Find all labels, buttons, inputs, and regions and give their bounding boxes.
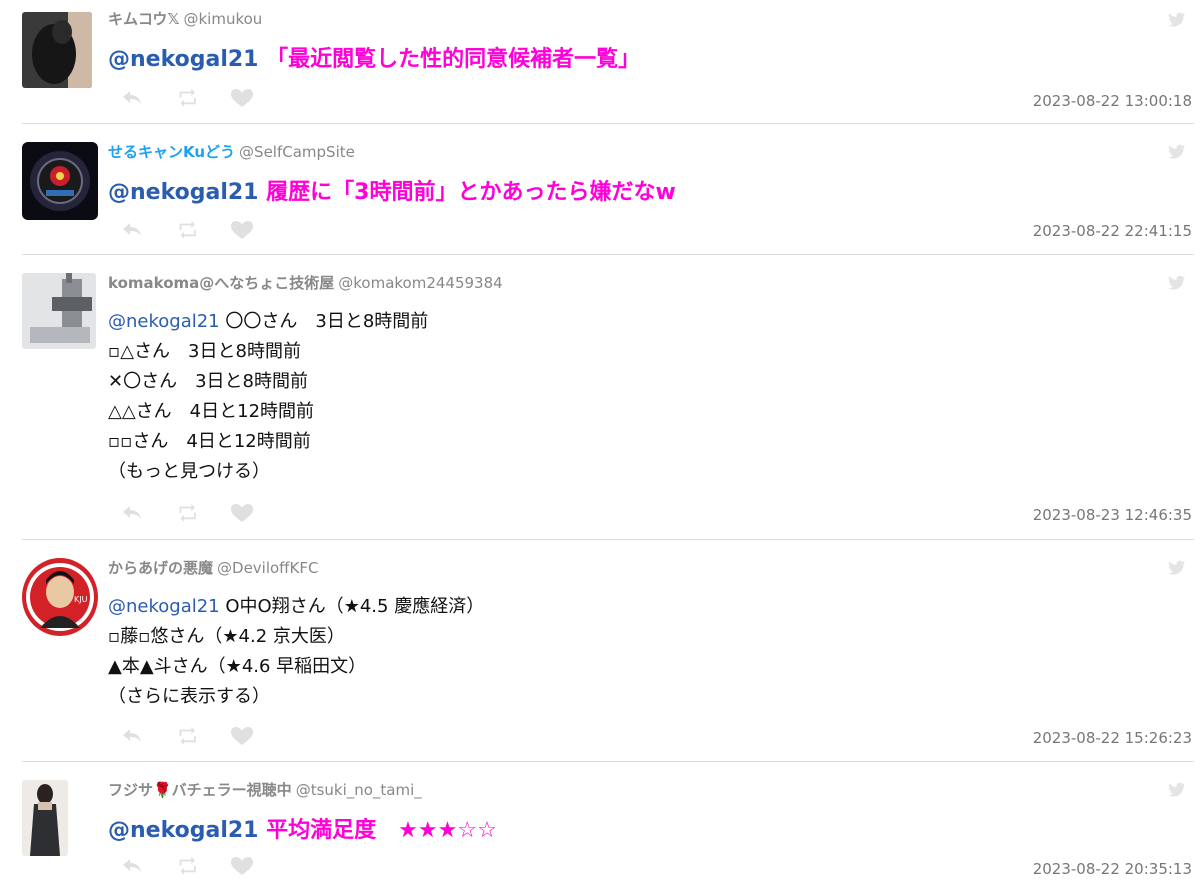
tweet-line: @nekogal21 〇〇さん 3日と8時間前 — [108, 307, 428, 337]
tweet-line: @nekogal21 O中O翔さん（★4.5 慶應経済） — [108, 592, 484, 622]
tweet-content: 履歴に「3時間前」とかあったら嫌だなw — [266, 180, 676, 205]
tweet-header: せるキャンKuどう @SelfCampSite — [108, 141, 355, 162]
mention-link[interactable]: @nekogal21 — [108, 311, 220, 332]
avatar[interactable] — [22, 780, 68, 856]
user-handle[interactable]: @SelfCampSite — [239, 143, 355, 161]
twitter-bird-icon — [1168, 12, 1186, 28]
tweet: せるキャンKuどう @SelfCampSite @nekogal21 履歴に「3時… — [0, 124, 1200, 254]
twitter-bird-icon — [1168, 275, 1186, 291]
timestamp[interactable]: 2023-08-22 15:26:23 — [1033, 729, 1192, 747]
twitter-bird-icon — [1168, 782, 1186, 798]
tweet-line: ▫藤▫悠さん（★4.2 京大医） — [108, 626, 345, 647]
like-icon[interactable] — [230, 220, 254, 240]
tweet-header: komakoma@へなちょこ技術屋 @komakom24459384 — [108, 272, 503, 293]
display-name[interactable]: フジサ🌹バチェラー視聴中 — [108, 781, 292, 799]
tweet-line: ▫▫さん 4日と12時間前 — [108, 431, 311, 452]
like-icon[interactable] — [230, 88, 254, 108]
retweet-icon[interactable] — [176, 726, 200, 746]
reply-icon[interactable] — [120, 726, 144, 746]
tweet-line-text: 〇〇さん 3日と8時間前 — [225, 311, 429, 332]
tweet-actions — [120, 856, 260, 876]
retweet-icon[interactable] — [176, 503, 200, 523]
timestamp[interactable]: 2023-08-22 13:00:18 — [1033, 92, 1192, 110]
timestamp[interactable]: 2023-08-22 20:35:13 — [1033, 860, 1192, 878]
tweet-header: キムコウ𝕏 @kimukou — [108, 8, 262, 29]
like-icon[interactable] — [230, 856, 254, 876]
avatar[interactable]: KJU — [22, 558, 98, 636]
tweet-header: フジサ🌹バチェラー視聴中 @tsuki_no_tami_ — [108, 779, 422, 800]
tweet-line: ✕〇さん 3日と8時間前 — [108, 371, 308, 392]
retweet-icon[interactable] — [176, 220, 200, 240]
tweet-text: @nekogal21 O中O翔さん（★4.5 慶應経済） ▫藤▫悠さん（★4.2… — [108, 592, 484, 712]
mention-link[interactable]: @nekogal21 — [108, 818, 259, 843]
tweet-text: @nekogal21 平均満足度 ★★★☆☆ — [108, 814, 497, 848]
tweet-line: ▫△さん 3日と8時間前 — [108, 341, 301, 362]
tweet-line: （もっと見つける） — [108, 461, 270, 482]
tweet-text: @nekogal21 履歴に「3時間前」とかあったら嫌だなw — [108, 176, 676, 210]
user-handle[interactable]: @kimukou — [184, 10, 263, 28]
tweet-line-text: O中O翔さん（★4.5 慶應経済） — [225, 596, 485, 617]
mention-link[interactable]: @nekogal21 — [108, 180, 259, 205]
display-name[interactable]: せるキャンKuどう — [108, 143, 235, 161]
tweet-actions — [120, 220, 260, 240]
like-icon[interactable] — [230, 726, 254, 746]
display-name[interactable]: komakoma@へなちょこ技術屋 — [108, 274, 334, 292]
timestamp[interactable]: 2023-08-22 22:41:15 — [1033, 222, 1192, 240]
tweet-line: （さらに表示する） — [108, 686, 270, 707]
mention-link[interactable]: @nekogal21 — [108, 47, 259, 72]
tweet: KJU からあげの悪魔 @DeviloffKFC @nekogal21 O中O翔さ… — [0, 540, 1200, 760]
tweet-line: ▲本▲斗さん（★4.6 早稲田文） — [108, 656, 367, 677]
tweet-actions — [120, 503, 260, 523]
user-handle[interactable]: @komakom24459384 — [338, 274, 502, 292]
twitter-bird-icon — [1168, 144, 1186, 160]
reply-icon[interactable] — [120, 503, 144, 523]
tweet: komakoma@へなちょこ技術屋 @komakom24459384 @nekog… — [0, 255, 1200, 538]
tweet-content: 「最近閲覧した性的同意候補者一覧」 — [266, 47, 641, 72]
tweet-actions — [120, 726, 260, 746]
tweet-line: △△さん 4日と12時間前 — [108, 401, 315, 422]
user-handle[interactable]: @tsuki_no_tami_ — [296, 781, 422, 799]
tweet-text: @nekogal21 〇〇さん 3日と8時間前 ▫△さん 3日と8時間前 ✕〇さ… — [108, 307, 428, 487]
reply-icon[interactable] — [120, 220, 144, 240]
retweet-icon[interactable] — [176, 88, 200, 108]
tweet: キムコウ𝕏 @kimukou @nekogal21 「最近閲覧した性的同意候補者一… — [0, 0, 1200, 122]
twitter-bird-icon — [1168, 560, 1186, 576]
tweet-actions — [120, 88, 260, 108]
avatar[interactable] — [22, 12, 92, 88]
svg-text:KJU: KJU — [74, 595, 88, 604]
avatar[interactable] — [22, 273, 96, 349]
user-handle[interactable]: @DeviloffKFC — [217, 559, 318, 577]
tweet-content: 平均満足度 ★★★☆☆ — [266, 818, 497, 843]
reply-icon[interactable] — [120, 856, 144, 876]
avatar[interactable] — [22, 142, 98, 220]
tweet-text: @nekogal21 「最近閲覧した性的同意候補者一覧」 — [108, 43, 640, 77]
tweet: フジサ🌹バチェラー視聴中 @tsuki_no_tami_ @nekogal21 平… — [0, 762, 1200, 891]
display-name[interactable]: からあげの悪魔 — [108, 559, 213, 577]
mention-link[interactable]: @nekogal21 — [108, 596, 220, 617]
retweet-icon[interactable] — [176, 856, 200, 876]
tweet-header: からあげの悪魔 @DeviloffKFC — [108, 557, 318, 578]
reply-icon[interactable] — [120, 88, 144, 108]
like-icon[interactable] — [230, 503, 254, 523]
timestamp[interactable]: 2023-08-23 12:46:35 — [1033, 506, 1192, 524]
display-name[interactable]: キムコウ𝕏 — [108, 10, 180, 28]
